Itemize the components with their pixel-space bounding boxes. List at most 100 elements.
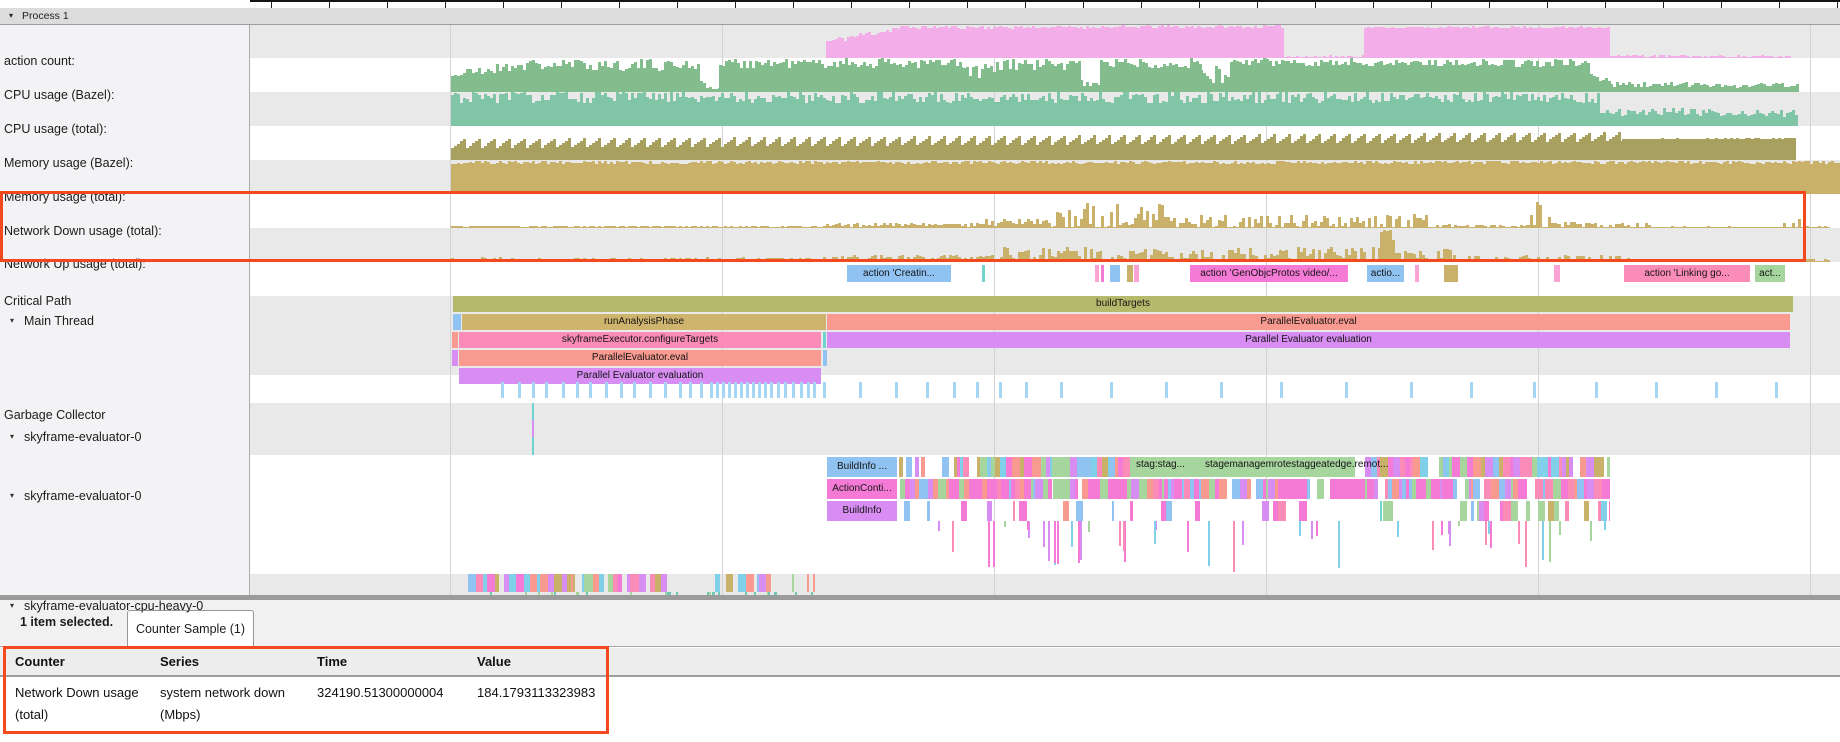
gc-tick[interactable] <box>716 382 719 398</box>
critical-path-slice[interactable]: action 'Creatin... <box>847 265 951 282</box>
flame-slice[interactable] <box>1511 501 1518 521</box>
evaluator-slice[interactable] <box>921 457 925 477</box>
evaluator-slice[interactable] <box>532 420 534 437</box>
flame-slice[interactable] <box>1232 479 1240 499</box>
main-thread-slice[interactable]: Parallel Evaluator evaluation <box>827 332 1790 348</box>
flame-slice[interactable] <box>1513 457 1520 477</box>
gc-tick[interactable] <box>562 382 565 398</box>
critical-path-slice[interactable] <box>1444 265 1458 282</box>
flame-slice[interactable] <box>1256 479 1263 499</box>
flame-slice[interactable] <box>573 574 575 592</box>
flame-slice[interactable] <box>1587 479 1594 499</box>
sidebar-item-main-thread[interactable]: Main Thread <box>24 313 94 329</box>
main-thread-slice[interactable] <box>823 332 826 348</box>
flame-slice[interactable] <box>1174 479 1182 499</box>
flame-slice[interactable] <box>1048 479 1052 499</box>
gc-tick[interactable] <box>1060 382 1063 398</box>
flame-slice[interactable] <box>1291 479 1298 499</box>
flame-slice[interactable] <box>1460 501 1467 521</box>
flame-slice[interactable] <box>1503 501 1511 521</box>
gc-tick[interactable] <box>764 382 767 398</box>
gc-tick[interactable] <box>679 382 682 398</box>
flame-slice[interactable] <box>1195 501 1200 521</box>
flame-slice[interactable] <box>1596 457 1604 477</box>
main-thread-slice[interactable]: ParallelEvaluator.eval <box>827 314 1790 330</box>
flame-slice[interactable] <box>1551 457 1559 477</box>
main-thread-slice[interactable] <box>823 350 827 366</box>
flame-slice[interactable] <box>1594 479 1602 499</box>
gc-tick[interactable] <box>722 382 725 398</box>
flame-slice[interactable] <box>813 574 815 592</box>
flame-slice[interactable] <box>639 574 646 592</box>
gc-tick[interactable] <box>1345 382 1348 398</box>
flame-slice[interactable] <box>540 574 548 592</box>
flame-slice[interactable] <box>1485 457 1493 477</box>
flame-slice[interactable] <box>1012 457 1020 477</box>
flame-slice[interactable] <box>1131 479 1139 499</box>
flame-slice[interactable] <box>1607 457 1610 477</box>
flame-slice[interactable] <box>1201 479 1209 499</box>
flame-slice[interactable] <box>1520 457 1528 477</box>
critical-path-slice[interactable] <box>982 265 985 282</box>
flame-slice[interactable] <box>1076 501 1083 521</box>
gc-tick[interactable] <box>605 382 608 398</box>
evaluator-slice[interactable]: ActionConti... <box>827 479 897 499</box>
flame-slice[interactable] <box>1035 479 1043 499</box>
flame-slice[interactable] <box>792 574 794 592</box>
flame-slice[interactable] <box>1586 457 1594 477</box>
gc-tick[interactable] <box>1775 382 1778 398</box>
critical-path-slice[interactable]: actio... <box>1367 265 1404 282</box>
gc-tick[interactable] <box>649 382 652 398</box>
flame-slice[interactable] <box>468 574 476 592</box>
gc-tick[interactable] <box>823 382 826 398</box>
gc-tick[interactable] <box>589 382 592 398</box>
critical-path-slice[interactable] <box>1110 265 1120 282</box>
gc-tick[interactable] <box>710 382 713 398</box>
gc-tick[interactable] <box>1595 382 1598 398</box>
expander-arrow-icon[interactable]: ▾ <box>10 491 14 501</box>
gc-tick[interactable] <box>1410 382 1413 398</box>
flame-slice[interactable] <box>554 574 562 592</box>
flame-slice[interactable] <box>1393 457 1400 477</box>
evaluator-slice[interactable] <box>899 457 903 477</box>
process-header[interactable]: ▾ Process 1 <box>0 8 1840 25</box>
flame-slice[interactable] <box>1247 479 1251 499</box>
evaluator-slice[interactable] <box>906 457 912 477</box>
gc-tick[interactable] <box>792 382 795 398</box>
flame-slice[interactable] <box>1298 479 1305 499</box>
gc-tick[interactable] <box>999 382 1002 398</box>
main-thread-slice[interactable]: ParallelEvaluator.eval <box>459 350 821 366</box>
gc-tick[interactable] <box>1655 382 1658 398</box>
flame-slice[interactable] <box>1100 479 1108 499</box>
flame-slice[interactable] <box>1491 479 1499 499</box>
flame-slice[interactable] <box>1453 479 1457 499</box>
critical-path-slice[interactable] <box>1101 265 1104 282</box>
gc-tick[interactable] <box>1220 382 1223 398</box>
gc-tick[interactable] <box>700 382 703 398</box>
flame-slice[interactable] <box>1609 501 1610 521</box>
flame-slice[interactable] <box>1538 501 1545 521</box>
sidebar-item-skyframe-evaluator-0-a[interactable]: skyframe-evaluator-0 <box>24 429 141 445</box>
flame-slice[interactable] <box>987 501 992 521</box>
flame-slice[interactable] <box>1601 501 1607 521</box>
gc-tick[interactable] <box>895 382 898 398</box>
gc-tick[interactable] <box>1715 382 1718 398</box>
flame-slice[interactable] <box>1609 479 1610 499</box>
gc-tick[interactable] <box>746 382 749 398</box>
evaluator-slice[interactable] <box>1383 501 1393 521</box>
flame-slice[interactable] <box>1523 479 1527 499</box>
flame-slice[interactable] <box>530 574 537 592</box>
gc-tick[interactable] <box>752 382 755 398</box>
flame-slice[interactable] <box>1034 457 1041 477</box>
sidebar-item-skyframe-evaluator-0-b[interactable]: skyframe-evaluator-0 <box>24 488 141 504</box>
flame-slice[interactable] <box>759 574 766 592</box>
flame-slice[interactable] <box>1050 457 1052 477</box>
gc-tick[interactable] <box>1533 382 1536 398</box>
gc-tick[interactable] <box>777 382 780 398</box>
gc-tick[interactable] <box>1025 382 1028 398</box>
flame-slice[interactable] <box>618 574 622 592</box>
gc-tick[interactable] <box>532 382 535 398</box>
flame-slice[interactable] <box>1278 501 1286 521</box>
flame-slice[interactable] <box>1420 457 1428 477</box>
flame-slice[interactable] <box>1584 501 1589 521</box>
